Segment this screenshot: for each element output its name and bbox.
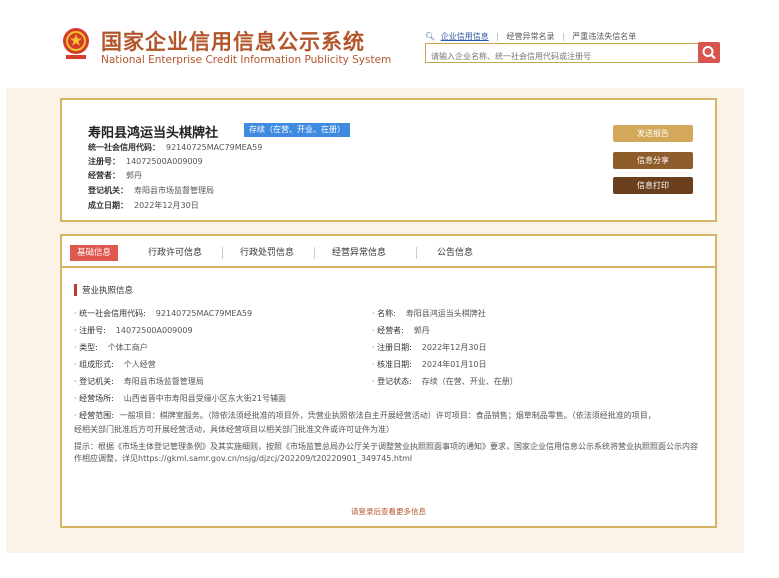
- operator-row: 经营者： 郭丹: [88, 170, 142, 181]
- detail-card: 基础信息 行政许可信息 行政处罚信息 经营异常信息 公告信息 营业执照信息 · …: [60, 234, 717, 528]
- field-label: 注册号:: [79, 326, 106, 335]
- field-value: 郭丹: [413, 326, 430, 335]
- field-approval-date: · 核准日期: 2024年01月10日: [372, 360, 487, 369]
- field-value: 92140725MAC79MEA59: [155, 309, 253, 318]
- tab-divider: [314, 247, 315, 259]
- notice-text: 提示：根据《市场主体登记管理条例》及其实施细则，按照《市场监管总局办公厅关于调整…: [74, 442, 698, 463]
- site-title: 国家企业信用信息公示系统: [101, 30, 365, 54]
- field-label: 名称:: [377, 309, 396, 318]
- divider: |: [562, 32, 565, 41]
- field-label: 核准日期:: [377, 360, 412, 369]
- search-icon: [702, 46, 716, 60]
- divider: |: [496, 32, 499, 41]
- field-label: 统一社会信用代码:: [79, 309, 146, 318]
- link-credit-info[interactable]: 企业信用信息: [441, 32, 489, 41]
- company-name: 寿阳县鸿运当头棋牌社: [88, 126, 219, 141]
- top-links: 🔍︎ 企业信用信息 | 经营异常名录 | 严重违法失信名单: [425, 31, 636, 42]
- field-value: 一般项目：棋牌室服务。（除依法须经批准的项目外，凭营业执照依法自主开展经营活动）…: [119, 411, 656, 420]
- tab-bar: 基础信息 行政许可信息 行政处罚信息 经营异常信息 公告信息: [62, 236, 715, 268]
- status-badge: 存续（在营、开业、在册）: [244, 123, 350, 137]
- date-label: 成立日期：: [88, 201, 128, 210]
- field-value: 山西省晋中市寿阳县受缘小区东大街21号辅面: [123, 394, 286, 403]
- date-row: 成立日期： 2022年12月30日: [88, 200, 199, 211]
- authority-row: 登记机关： 寿阳县市场监督管理局: [88, 185, 214, 196]
- company-summary-card: 寿阳县鸿运当头棋牌社 存续（在营、开业、在册） 统一社会信用代码： 9214072…: [60, 98, 717, 222]
- national-emblem-icon: [63, 28, 89, 59]
- field-label: 登记状态:: [377, 377, 412, 386]
- site-subtitle: National Enterprise Credit Information P…: [101, 54, 392, 66]
- tab-basic-info[interactable]: 基础信息: [70, 245, 119, 261]
- send-report-button[interactable]: 发送报告: [613, 125, 693, 142]
- field-label: 经营范围:: [79, 411, 114, 420]
- field-value: 存续（在营、开业、在册）: [421, 377, 518, 386]
- field-premises: · 经营场所: 山西省晋中市寿阳县受缘小区东大街21号辅面: [74, 394, 286, 403]
- field-label: 组成形式:: [79, 360, 114, 369]
- field-name: · 名称: 寿阳县鸿运当头棋牌社: [372, 309, 486, 318]
- section-title: 营业执照信息: [74, 284, 133, 296]
- link-abnormal-list[interactable]: 经营异常名录: [507, 32, 555, 41]
- field-label: 经营场所:: [79, 394, 114, 403]
- field-reg-no: · 注册号: 14072500A009009: [74, 326, 193, 335]
- tab-divider: [416, 247, 417, 259]
- search-small-icon: 🔍︎: [425, 32, 436, 41]
- field-operator: · 经营者: 郭丹: [372, 326, 430, 335]
- field-value: 寿阳县鸿运当头棋牌社: [405, 309, 486, 318]
- tab-abnormal-info[interactable]: 经营异常信息: [332, 245, 386, 258]
- tab-divider: [222, 247, 223, 259]
- tab-announcement[interactable]: 公告信息: [437, 245, 473, 258]
- field-value: 2022年12月30日: [421, 343, 487, 352]
- field-label: 注册日期:: [377, 343, 412, 352]
- field-label: 经营者:: [377, 326, 404, 335]
- field-value: 2024年01月10日: [421, 360, 487, 369]
- date-value: 2022年12月30日: [134, 201, 199, 210]
- credit-code-value: 92140725MAC79MEA59: [166, 143, 263, 152]
- operator-value: 郭丹: [126, 171, 142, 180]
- reg-no-value: 14072500A009009: [126, 157, 203, 166]
- operator-label: 经营者：: [88, 171, 120, 180]
- field-value: 个体工商户: [107, 343, 148, 352]
- field-label: 类型:: [79, 343, 98, 352]
- authority-value: 寿阳县市场监督管理局: [134, 186, 214, 195]
- print-info-button[interactable]: 信息打印: [613, 177, 693, 194]
- field-label: 登记机关:: [79, 377, 114, 386]
- field-reg-date: · 注册日期: 2022年12月30日: [372, 343, 487, 352]
- credit-code-label: 统一社会信用代码：: [88, 143, 160, 152]
- search-input[interactable]: [426, 47, 698, 66]
- field-form: · 组成形式: 个人经营: [74, 360, 156, 369]
- field-scope-cont: 经相关部门批准后方可开展经营活动，具体经营项目以相关部门批准文件或许可证件为准）: [74, 425, 394, 434]
- link-blacklist[interactable]: 严重违法失信名单: [572, 32, 636, 41]
- tab-license-info[interactable]: 行政许可信息: [148, 245, 202, 258]
- header: 国家企业信用信息公示系统 National Enterprise Credit …: [0, 0, 779, 80]
- field-type: · 类型: 个体工商户: [74, 343, 148, 352]
- search-box: [425, 43, 699, 66]
- share-info-button[interactable]: 信息分享: [613, 152, 693, 169]
- credit-code-row: 统一社会信用代码： 92140725MAC79MEA59: [88, 142, 262, 153]
- field-value: 个人经营: [123, 360, 156, 369]
- field-credit-code: · 统一社会信用代码: 92140725MAC79MEA59: [74, 309, 253, 318]
- reg-no-row: 注册号： 14072500A009009: [88, 156, 203, 167]
- tab-penalty-info[interactable]: 行政处罚信息: [240, 245, 294, 258]
- field-reg-status: · 登记状态: 存续（在营、开业、在册）: [372, 377, 518, 386]
- field-value: 14072500A009009: [115, 326, 193, 335]
- field-authority: · 登记机关: 寿阳县市场监督管理局: [74, 377, 204, 386]
- login-more-link[interactable]: 请登录后查看更多信息: [62, 506, 715, 517]
- field-value: 寿阳县市场监督管理局: [123, 377, 204, 386]
- authority-label: 登记机关：: [88, 186, 128, 195]
- reg-no-label: 注册号：: [88, 157, 120, 166]
- field-scope: · 经营范围: 一般项目：棋牌室服务。（除依法须经批准的项目外，凭营业执照依法自主…: [74, 411, 656, 420]
- search-button[interactable]: [698, 42, 720, 63]
